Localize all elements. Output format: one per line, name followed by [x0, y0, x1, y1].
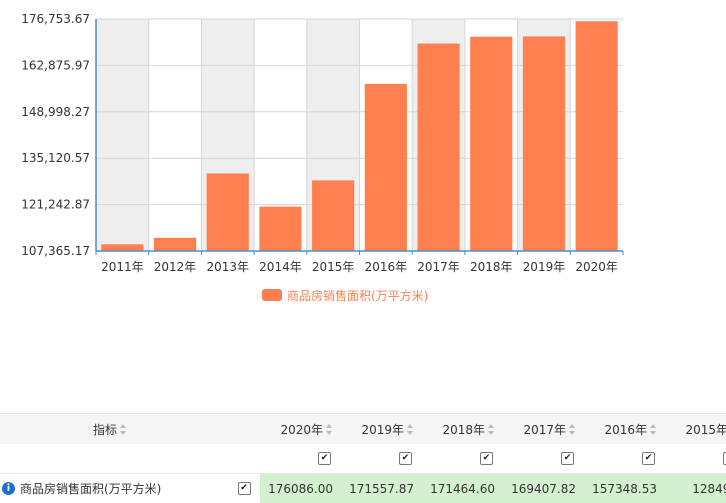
year-checkbox[interactable]: ✔ [399, 452, 412, 465]
year-checkbox-cell: ✔ [422, 444, 503, 473]
sort-icon[interactable] [120, 423, 127, 435]
sort-icon[interactable] [407, 423, 414, 435]
value-cell: 171464.60 [422, 474, 503, 503]
x-tick-label: 2016年 [365, 260, 408, 274]
year-header-label: 2015年 [685, 422, 726, 437]
row-checkbox[interactable]: ✔ [237, 482, 251, 495]
x-tick-label: 2015年 [312, 260, 355, 274]
year-header[interactable]: 2020年 [260, 414, 341, 444]
bar [259, 206, 302, 251]
sort-icon[interactable] [650, 423, 657, 435]
bar [522, 36, 566, 251]
table-header-row: 指标 2020年 2019年 2018年 2017年 2016年 2015年 [0, 413, 726, 445]
bar [206, 173, 249, 251]
year-header[interactable]: 2018年 [422, 414, 503, 444]
y-tick-label: 162,875.97 [21, 58, 90, 72]
year-header-label: 2020年 [280, 422, 323, 437]
legend-label: 商品房销售面积(万平方米) [287, 288, 429, 303]
value-text: 171464.60 [430, 481, 495, 496]
x-tick-label: 2017年 [417, 260, 460, 274]
value-text: 128494 [692, 481, 726, 496]
year-header-label: 2019年 [361, 422, 404, 437]
year-checkbox[interactable]: ✔ [318, 452, 331, 465]
info-icon[interactable]: i [2, 482, 15, 495]
year-checkbox[interactable]: ✔ [561, 452, 574, 465]
x-tick-label: 2014年 [259, 260, 302, 274]
value-cell: 171557.87 [341, 474, 422, 503]
year-checkbox-cell: ✔ [260, 444, 341, 473]
x-tick-label: 2012年 [154, 260, 197, 274]
year-header-label: 2018年 [442, 422, 485, 437]
x-tick-label: 2018年 [470, 260, 513, 274]
y-tick-label: 176,753.67 [21, 12, 90, 26]
y-tick-label: 107,365.17 [21, 244, 90, 258]
sort-icon[interactable] [326, 423, 333, 435]
year-checkbox[interactable]: ✔ [642, 452, 655, 465]
plot-band [96, 19, 149, 251]
value-cell: 169407.82 [503, 474, 584, 503]
row-label: 商品房销售面积(万平方米) [20, 482, 162, 496]
bar [470, 36, 513, 251]
data-table: 指标 2020年2019年2018年2017年2016年2015年 ✔✔✔✔✔✔… [0, 413, 726, 503]
year-checkbox[interactable]: ✔ [480, 452, 493, 465]
sort-icon[interactable] [488, 423, 495, 435]
year-checkbox-cell: ✔ [503, 444, 584, 473]
bar [312, 180, 355, 251]
value-cell: 176086.00 [260, 474, 341, 503]
chart-legend[interactable]: 商品房销售面积(万平方米) [262, 287, 428, 303]
bar [153, 237, 197, 251]
legend-swatch [262, 289, 282, 301]
year-header[interactable]: 2017年 [503, 414, 584, 444]
bar-chart: 107,365.17 121,242.87 135,120.57 148,998.27… [21, 12, 624, 274]
table-row: i 商品房销售面积(万平方米) ✔ 176086.00 171557.87 1714… [0, 474, 726, 503]
value-cell: 128494 [665, 474, 726, 503]
row-label-cell: i 商品房销售面积(万平方米) [0, 474, 250, 503]
value-text: 176086.00 [268, 481, 333, 496]
y-tick-label: 135,120.57 [21, 151, 90, 165]
year-header[interactable]: 2015年 [665, 414, 726, 444]
bar [417, 43, 460, 251]
bar [101, 244, 144, 251]
year-header-label: 2016年 [604, 422, 647, 437]
year-checkbox-cell: ✔ [584, 444, 665, 473]
bar [364, 83, 407, 252]
year-checkbox-cell: ✔ [665, 444, 726, 473]
x-tick-label: 2011年 [101, 260, 144, 274]
row-checkbox-cell: ✔ [232, 474, 256, 503]
y-tick-label: 148,998.27 [21, 105, 90, 119]
value-text: 169407.82 [511, 481, 576, 496]
value-cell: 157348.53 [584, 474, 665, 503]
year-checkbox-cell: ✔ [341, 444, 422, 473]
year-header-label: 2017年 [523, 422, 566, 437]
y-tick-label: 121,242.87 [21, 198, 90, 212]
x-tick-label: 2019年 [523, 260, 566, 274]
sort-icon[interactable] [569, 423, 576, 435]
bar [575, 21, 618, 252]
year-header[interactable]: 2019年 [341, 414, 422, 444]
x-tick-label: 2020年 [575, 260, 618, 274]
x-tick-label: 2013年 [206, 260, 249, 274]
value-text: 157348.53 [592, 481, 657, 496]
indicator-header[interactable]: 指标 [0, 414, 220, 444]
table-checkbox-row: ✔ ✔ ✔ ✔ ✔ ✔ [0, 444, 726, 474]
value-text: 171557.87 [349, 481, 414, 496]
year-header[interactable]: 2016年 [584, 414, 665, 444]
